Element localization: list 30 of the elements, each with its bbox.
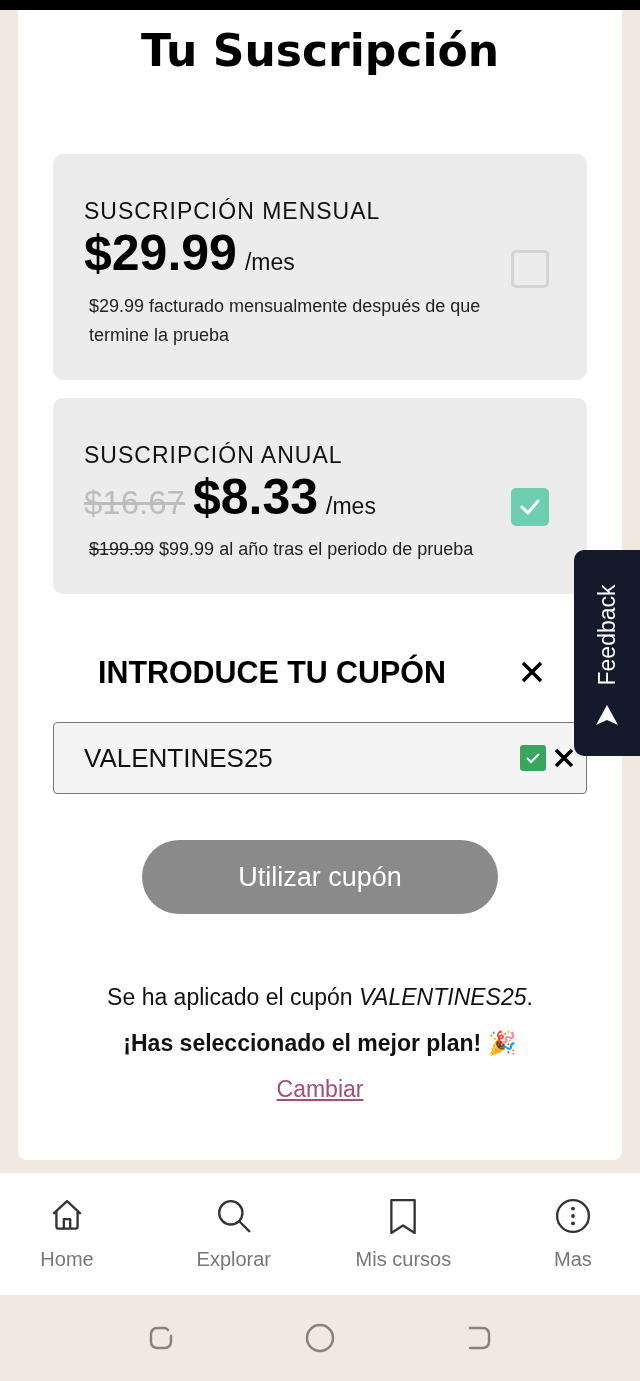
search-icon [215, 1197, 252, 1234]
nav-item[interactable]: Explorar [188, 1197, 279, 1271]
plan-checkbox[interactable] [511, 487, 549, 526]
price-unit: /mes [326, 492, 376, 520]
check-icon [519, 497, 541, 516]
feedback-tab[interactable]: Feedback [574, 550, 640, 756]
plan-note: $29.99 facturado mensualmente después de que termine la prueba [88, 294, 482, 347]
send-icon [595, 704, 619, 726]
best-plan-message: ¡Has seleccionado el mejor plan! 🎉 [123, 1029, 517, 1058]
nav-item[interactable]: Mas [527, 1197, 618, 1271]
more-icon [554, 1197, 591, 1234]
plan-card[interactable]: SUSCRIPCIÓN MENSUAL $29.99 /mes $29.99 facturado mensualmente después de que termine la prueba [53, 154, 587, 380]
nav-item[interactable]: Home [22, 1197, 112, 1271]
nav-item[interactable]: Mis cursos [355, 1197, 452, 1271]
coupon-applied-message: Se ha aplicado el cupón VALENTINES25. [107, 983, 533, 1012]
plan-checkbox[interactable] [511, 250, 549, 288]
recent-apps-icon[interactable] [147, 1324, 175, 1352]
clear-icon[interactable] [554, 748, 574, 768]
coupon-heading: INTRODUCE TU CUPÓN [98, 653, 446, 691]
change-link[interactable]: Cambiar [276, 1066, 364, 1112]
price-unit: /mes [244, 249, 295, 276]
plan-name: SUSCRIPCIÓN ANUAL [84, 441, 343, 469]
close-icon[interactable] [521, 661, 543, 683]
page-title: Tu Suscripción [139, 24, 501, 78]
plan-price: $8.33 [192, 470, 319, 523]
coupon-field[interactable]: VALENTINES25 [53, 722, 587, 794]
plan-note: $199.99 $99.99 al año tras el periodo de prueba [88, 538, 475, 561]
home-button-icon[interactable] [305, 1323, 335, 1353]
plan-price: $29.99 [84, 227, 237, 280]
plan-name: SUSCRIPCIÓN MENSUAL [84, 198, 381, 225]
